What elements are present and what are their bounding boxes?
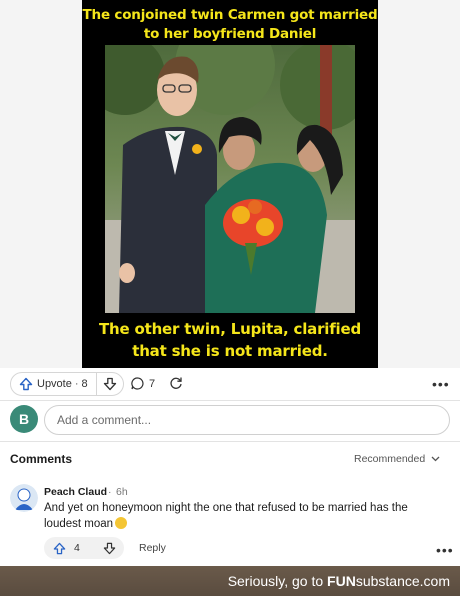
meme-caption-top: The conjoined twin Carmen got married to… <box>82 7 378 42</box>
comment-vote-count: 4 <box>74 542 80 554</box>
downvote-arrow-icon <box>103 377 117 391</box>
post-more-options-icon[interactable]: ••• <box>432 377 450 391</box>
comment-sort-dropdown[interactable]: Recommended <box>354 453 440 465</box>
comment-body: And yet on honeymoon night the one that … <box>44 500 444 532</box>
wedding-photo <box>105 45 355 313</box>
divider <box>0 441 460 442</box>
post-image[interactable]: The conjoined twin Carmen got married to… <box>0 0 460 368</box>
commenter-avatar[interactable] <box>10 484 38 512</box>
divider <box>0 400 460 401</box>
vote-control: Upvote · 8 <box>10 372 124 396</box>
comments-button[interactable]: 7 <box>131 377 155 390</box>
comment-vote-control: 4 <box>44 537 124 559</box>
upvote-arrow-icon <box>19 377 33 391</box>
meme-frame: The conjoined twin Carmen got married to… <box>82 0 378 368</box>
post-action-bar: Upvote · 8 7 ••• <box>0 368 460 400</box>
sort-label: Recommended <box>354 453 426 465</box>
upvote-label: Upvote <box>37 378 72 390</box>
upvote-separator: · <box>74 378 79 390</box>
meme-caption-bottom: The other twin, Lupita, clarified that s… <box>98 320 362 360</box>
add-comment-input[interactable] <box>44 405 450 435</box>
refresh-icon <box>170 377 182 389</box>
comment-downvote-button[interactable] <box>94 542 124 555</box>
comment-meta-separator: · <box>108 486 112 498</box>
upvote-button[interactable]: Upvote · 8 <box>11 373 97 395</box>
comments-heading: Comments <box>10 452 73 466</box>
comment-text: And yet on honeymoon night the one that … <box>44 502 408 530</box>
watermark-text: Seriously, go to FUNsubstance.com <box>227 573 450 589</box>
comment-upvote-button[interactable]: 4 <box>44 542 94 555</box>
chevron-down-icon <box>431 456 440 462</box>
upvote-count: 8 <box>81 378 88 390</box>
downvote-arrow-icon <box>103 542 115 554</box>
reply-button[interactable]: Reply <box>139 542 166 554</box>
refresh-button[interactable] <box>169 376 183 395</box>
comment-author[interactable]: Peach Claud <box>44 486 107 498</box>
watermark-brand: FUN <box>327 573 356 589</box>
comment-timestamp: 6h <box>116 486 128 498</box>
watermark-bar: Seriously, go to FUNsubstance.com <box>0 566 460 596</box>
smirk-emoji-icon <box>115 517 128 529</box>
comment-count: 7 <box>149 377 156 390</box>
upvote-arrow-icon <box>53 542 66 554</box>
comment-bubble-icon <box>131 377 144 390</box>
user-avatar[interactable]: B <box>10 405 38 433</box>
comment-more-options-icon[interactable]: ••• <box>436 543 454 557</box>
downvote-button[interactable] <box>97 373 123 395</box>
